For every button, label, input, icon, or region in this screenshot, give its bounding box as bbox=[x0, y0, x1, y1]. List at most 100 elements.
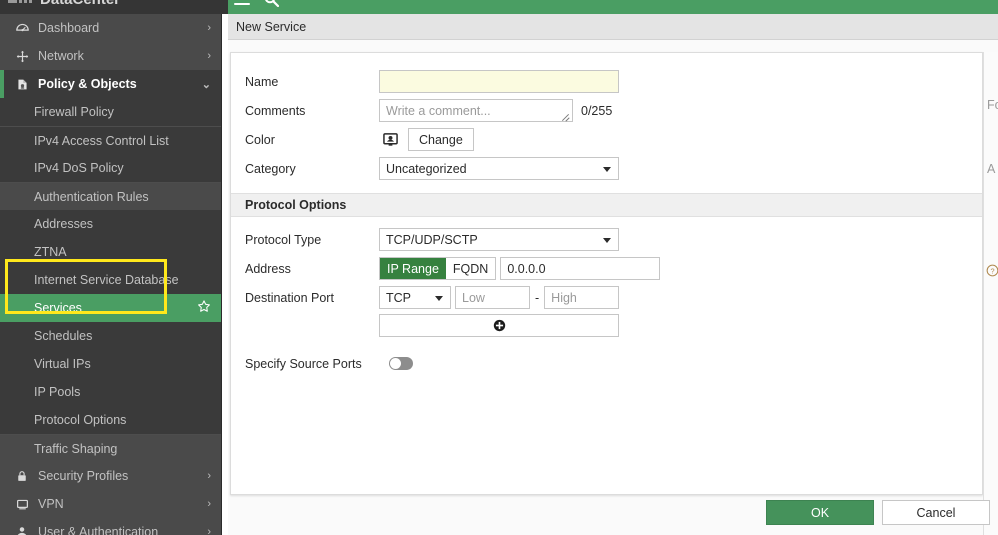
address-label: Address bbox=[245, 262, 379, 276]
chevron-down-icon: ⌄ bbox=[202, 78, 211, 91]
sidebar-item-schedules[interactable]: Schedules bbox=[0, 322, 221, 350]
svg-text:?: ? bbox=[990, 266, 994, 275]
sidebar-item-services[interactable]: Services bbox=[0, 294, 221, 322]
chevron-down-icon bbox=[603, 238, 611, 243]
dialog-footer-buttons: OK Cancel bbox=[766, 500, 990, 525]
name-input[interactable] bbox=[379, 70, 619, 93]
color-swatch-icon[interactable] bbox=[383, 132, 398, 147]
change-color-button[interactable]: Change bbox=[408, 128, 474, 151]
destination-port-high-input[interactable] bbox=[544, 286, 619, 309]
sidebar-item-network[interactable]: Network › bbox=[0, 42, 221, 70]
add-port-row-button[interactable] bbox=[379, 314, 619, 337]
destination-port-low-input[interactable] bbox=[455, 286, 530, 309]
address-row: Address IP Range FQDN bbox=[231, 256, 982, 281]
chevron-right-icon: › bbox=[207, 50, 211, 62]
destination-port-label: Destination Port bbox=[245, 291, 379, 305]
hamburger-menu-icon[interactable] bbox=[234, 0, 250, 7]
color-label: Color bbox=[245, 133, 379, 147]
sidebar-item-vpn[interactable]: VPN › bbox=[0, 490, 221, 518]
chevron-right-icon: › bbox=[207, 526, 211, 535]
protocol-options-title: Protocol Options bbox=[245, 198, 346, 212]
comments-field-wrapper bbox=[379, 99, 573, 122]
comments-input[interactable] bbox=[379, 99, 573, 122]
address-type-segmented-control: IP Range FQDN bbox=[379, 257, 496, 280]
address-type-fqdn-option[interactable]: FQDN bbox=[446, 258, 495, 279]
plus-circle-icon bbox=[493, 319, 506, 332]
protocol-type-row: Protocol Type TCP/UDP/SCTP bbox=[231, 227, 982, 252]
star-icon[interactable] bbox=[197, 300, 211, 317]
sidebar-item-traffic-shaping[interactable]: Traffic Shaping bbox=[0, 434, 221, 462]
sidebar-item-protocol-options[interactable]: Protocol Options bbox=[0, 406, 221, 434]
sidebar-item-label: Authentication Rules bbox=[34, 190, 149, 204]
search-icon[interactable] bbox=[264, 0, 279, 7]
sidebar-item-ip-pools[interactable]: IP Pools bbox=[0, 378, 221, 406]
chevron-down-icon bbox=[603, 167, 611, 172]
address-type-ip-range-option[interactable]: IP Range bbox=[380, 258, 446, 279]
sidebar-item-ipv4-dos-policy[interactable]: IPv4 DoS Policy bbox=[0, 154, 221, 182]
lock-icon bbox=[12, 470, 32, 482]
sidebar-item-user-authentication[interactable]: User & Authentication › bbox=[0, 518, 221, 535]
category-select[interactable]: Uncategorized bbox=[379, 157, 619, 180]
protocol-type-select[interactable]: TCP/UDP/SCTP bbox=[379, 228, 619, 251]
dashboard-icon bbox=[12, 22, 32, 35]
protocol-options-header: Protocol Options bbox=[231, 193, 982, 217]
network-icon bbox=[12, 50, 32, 63]
question-circle-icon[interactable]: ? bbox=[986, 264, 998, 280]
protocol-type-label: Protocol Type bbox=[245, 233, 379, 247]
sidebar-item-security-profiles[interactable]: Security Profiles › bbox=[0, 462, 221, 490]
destination-port-protocol-value: TCP bbox=[386, 291, 411, 305]
category-row: Category Uncategorized bbox=[231, 156, 982, 181]
sidebar-item-addresses[interactable]: Addresses bbox=[0, 210, 221, 238]
sidebar-item-dashboard[interactable]: Dashboard › bbox=[0, 14, 221, 42]
app-root: DataCenter Dashboard › bbox=[0, 0, 998, 535]
sidebar-item-label: Services bbox=[34, 301, 82, 315]
sidebar-item-label: IPv4 DoS Policy bbox=[34, 161, 124, 175]
sidebar-item-label: ZTNA bbox=[34, 245, 67, 259]
chevron-right-icon: › bbox=[207, 22, 211, 34]
sidebar-item-label: Addresses bbox=[34, 217, 93, 231]
monitor-icon bbox=[12, 498, 32, 511]
name-row: Name bbox=[231, 69, 982, 94]
sidebar-item-label: Internet Service Database bbox=[34, 273, 179, 287]
category-value: Uncategorized bbox=[386, 162, 467, 176]
chevron-right-icon: › bbox=[207, 498, 211, 510]
sidebar-item-label: Traffic Shaping bbox=[34, 442, 117, 456]
right-panel-line-2: A bbox=[987, 162, 995, 176]
specify-source-ports-toggle[interactable] bbox=[389, 357, 413, 370]
port-range-dash: - bbox=[535, 291, 539, 305]
sidebar-item-virtual-ips[interactable]: Virtual IPs bbox=[0, 350, 221, 378]
color-row: Color Change bbox=[231, 127, 982, 152]
right-side-panel: Fo A ? bbox=[983, 52, 998, 535]
comments-row: Comments 0/255 bbox=[231, 98, 982, 123]
comments-label: Comments bbox=[245, 104, 379, 118]
sidebar-item-label: Network bbox=[38, 49, 84, 63]
protocol-type-value: TCP/UDP/SCTP bbox=[386, 233, 478, 247]
address-input[interactable] bbox=[500, 257, 660, 280]
sidebar-item-internet-service-database[interactable]: Internet Service Database bbox=[0, 266, 221, 294]
page-title: New Service bbox=[236, 20, 306, 34]
ok-button[interactable]: OK bbox=[766, 500, 874, 525]
sidebar-item-label: IPv4 Access Control List bbox=[34, 134, 169, 148]
sidebar-item-label: Policy & Objects bbox=[38, 77, 137, 91]
sidebar-item-label: VPN bbox=[38, 497, 64, 511]
sidebar-item-label: User & Authentication bbox=[38, 525, 158, 535]
cancel-button[interactable]: Cancel bbox=[882, 500, 990, 525]
category-label: Category bbox=[245, 162, 379, 176]
sidebar-item-label: Schedules bbox=[34, 329, 92, 343]
sidebar-item-firewall-policy[interactable]: Firewall Policy bbox=[0, 98, 221, 126]
main-content: New Service Name Comments 0/255 Col bbox=[228, 14, 998, 535]
sidebar-item-label: Virtual IPs bbox=[34, 357, 91, 371]
sidebar-item-ipv4-access-control-list[interactable]: IPv4 Access Control List bbox=[0, 126, 221, 154]
sidebar-item-ztna[interactable]: ZTNA bbox=[0, 238, 221, 266]
chevron-right-icon: › bbox=[207, 470, 211, 482]
policy-objects-icon bbox=[12, 78, 32, 91]
destination-port-protocol-select[interactable]: TCP bbox=[379, 286, 451, 309]
name-label: Name bbox=[245, 75, 379, 89]
datacenter-icon bbox=[8, 0, 34, 6]
specify-source-ports-row: Specify Source Ports bbox=[231, 351, 982, 376]
sidebar-item-policy-objects[interactable]: Policy & Objects ⌄ bbox=[0, 70, 221, 98]
sidebar: Dashboard › Network › Po bbox=[0, 14, 222, 535]
specify-source-ports-label: Specify Source Ports bbox=[245, 357, 385, 371]
sidebar-item-authentication-rules[interactable]: Authentication Rules bbox=[0, 182, 221, 210]
new-service-form-panel: Name Comments 0/255 Color bbox=[230, 52, 983, 495]
